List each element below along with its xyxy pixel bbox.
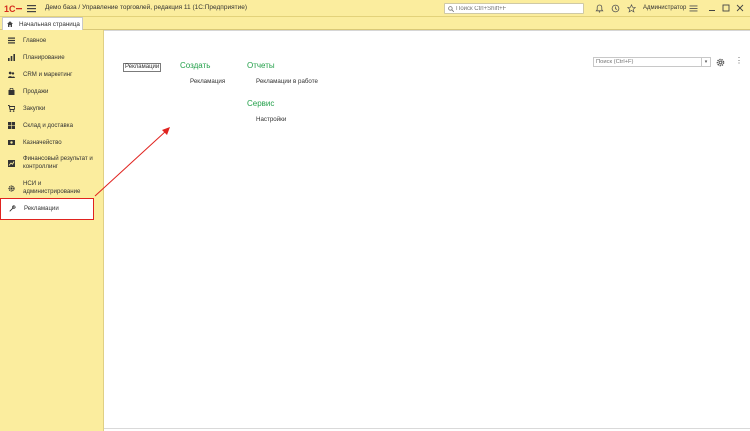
sidebar-item-label: Финансовый результат и контроллинг <box>23 155 93 170</box>
more-icon[interactable]: ⋮ <box>735 56 743 65</box>
sidebar-item-label: Главное <box>23 37 47 44</box>
close-icon[interactable] <box>735 3 745 13</box>
sidebar-item-label: CRM и маркетинг <box>23 71 73 78</box>
sidebar-item-label: Склад и доставка <box>23 122 73 129</box>
user-name[interactable]: Администратор <box>643 5 686 11</box>
sidebar-item-crm[interactable]: CRM и маркетинг <box>0 68 103 82</box>
section-search[interactable]: ▾ <box>593 57 711 67</box>
home-icon <box>7 21 13 27</box>
sidebar-item-warehouse[interactable]: Склад и доставка <box>0 119 103 133</box>
sidebar-item-purchases[interactable]: Закупки <box>0 102 103 116</box>
menu-icon[interactable] <box>27 4 36 13</box>
money-icon <box>8 140 15 145</box>
complaints-in-work-link[interactable]: Рекламации в работе <box>256 78 318 85</box>
create-complaint-link[interactable]: Рекламация <box>190 78 225 85</box>
tab-bar: Начальная страница <box>0 17 750 30</box>
create-heading: Создать <box>180 61 211 70</box>
maximize-icon[interactable] <box>721 3 731 13</box>
sidebar-item-label: Планирование <box>23 54 65 61</box>
sidebar-item-planning[interactable]: Планирование <box>0 51 103 65</box>
sidebar-item-label: Закупки <box>23 105 46 112</box>
finance-icon <box>8 160 15 167</box>
bottom-divider <box>104 428 750 429</box>
section-search-input[interactable] <box>596 58 699 66</box>
service-heading: Сервис <box>247 99 275 108</box>
sidebar-item-admin[interactable]: НСИ и администрирование <box>0 178 103 200</box>
wrench-icon <box>9 205 16 212</box>
chart-icon <box>8 54 15 61</box>
global-search[interactable] <box>444 3 584 14</box>
gear-icon <box>8 185 15 192</box>
sidebar: Главное Планирование CRM и маркетинг Про… <box>0 30 104 431</box>
list-icon <box>8 37 15 44</box>
bag-icon <box>8 88 15 95</box>
bell-icon[interactable] <box>595 4 604 13</box>
history-icon[interactable] <box>611 4 620 13</box>
settings-menu-icon[interactable] <box>689 4 698 13</box>
window-title: Демо база / Управление торговлей, редакц… <box>45 4 247 11</box>
sidebar-item-label: Рекламации <box>24 205 59 212</box>
crm-icon <box>8 71 15 78</box>
search-dropdown-icon[interactable]: ▾ <box>701 58 710 66</box>
svg-text:1С: 1С <box>4 4 16 14</box>
sidebar-item-treasury[interactable]: Казначейство <box>0 136 103 150</box>
star-icon[interactable] <box>627 4 636 13</box>
gear-icon[interactable] <box>716 58 725 67</box>
sidebar-item-label: Казначейство <box>23 139 62 146</box>
sidebar-item-label: НСИ и администрирование <box>23 180 81 195</box>
global-search-input[interactable] <box>456 4 582 13</box>
sidebar-item-sales[interactable]: Продажи <box>0 85 103 99</box>
warehouse-icon <box>8 122 15 129</box>
search-icon <box>448 6 454 12</box>
sidebar-item-finance[interactable]: Финансовый результат и контроллинг <box>0 153 103 175</box>
section-title-button[interactable]: Рекламации <box>123 63 162 72</box>
cart-icon <box>8 105 15 112</box>
1c-logo: 1С <box>4 4 22 14</box>
minimize-icon[interactable] <box>707 3 717 13</box>
tab-home[interactable]: Начальная страница <box>2 17 83 30</box>
sidebar-item-main[interactable]: Главное <box>0 34 103 48</box>
sidebar-item-complaints[interactable]: Рекламации <box>0 198 94 220</box>
settings-link[interactable]: Настройки <box>256 116 286 123</box>
sidebar-item-label: Продажи <box>23 88 49 95</box>
title-bar: 1С Демо база / Управление торговлей, ред… <box>0 0 750 17</box>
content-area: ▾ ⋮ <box>104 30 750 431</box>
tab-home-label: Начальная страница <box>19 21 80 28</box>
reports-heading: Отчеты <box>247 61 275 70</box>
